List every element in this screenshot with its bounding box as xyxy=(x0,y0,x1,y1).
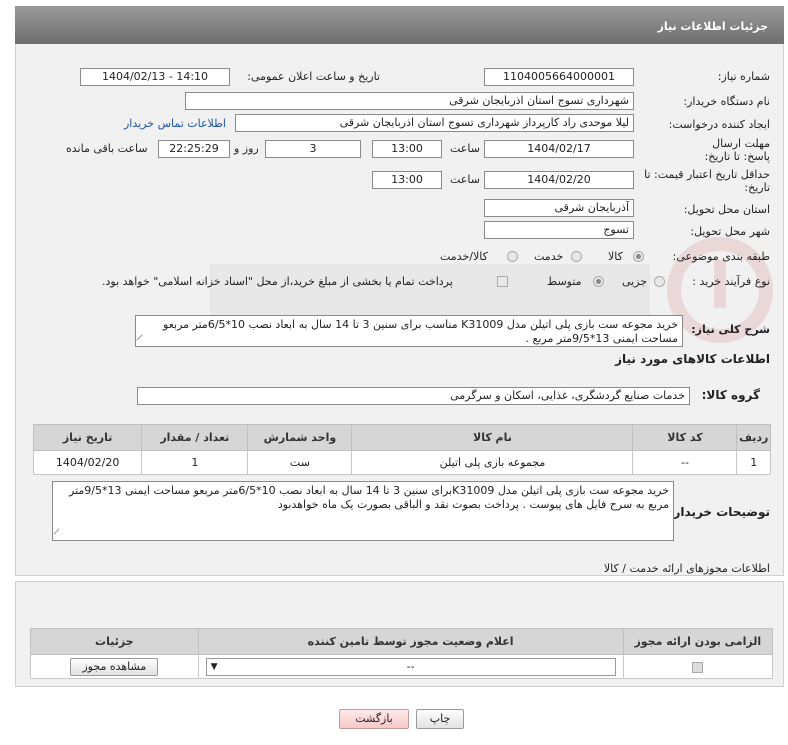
col-details: جزئیات xyxy=(30,628,199,655)
deadline-days-field: 3 xyxy=(265,140,361,158)
buyer-notes-label: توضیحات خریدار: xyxy=(668,505,770,519)
price-validity-time-field: 13:00 xyxy=(372,171,442,189)
category-option-both: کالا/خدمت xyxy=(440,250,488,263)
announce-label: تاریخ و ساعت اعلان عمومی: xyxy=(247,70,380,83)
treasury-checkbox[interactable] xyxy=(497,276,508,287)
resize-handle-icon[interactable] xyxy=(53,528,65,540)
row-date: 1404/02/20 xyxy=(32,450,143,475)
permits-section-title: اطلاعات مجوزهای ارائه خدمت / کالا xyxy=(603,562,770,575)
price-validity-date-field: 1404/02/20 xyxy=(484,171,634,189)
process-option-minor: جزیی xyxy=(622,275,648,288)
announce-field: 1404/02/13 - 14:10 xyxy=(80,68,230,86)
table-row[interactable]: 1 -- مجموعه بازی پلی اتیلن ست 1 1404/02/… xyxy=(32,450,771,475)
required-cell xyxy=(622,654,774,679)
category-radio-goods[interactable] xyxy=(633,251,644,262)
price-validity-label: حداقل تاریخ اعتبار قیمت: تا تاریخ: xyxy=(644,168,770,194)
row-code: -- xyxy=(632,450,738,475)
category-label: طبقه بندی موضوعی: xyxy=(672,250,770,263)
col-status: اعلام وضعیت مجوز توسط تامین کننده xyxy=(197,628,624,655)
col-code: کد کالا xyxy=(632,424,738,451)
province-label: استان محل تحویل: xyxy=(683,203,770,216)
days-label: روز و xyxy=(234,142,259,155)
chevron-down-icon: ▼ xyxy=(210,661,218,672)
summary-text-content: خرید مجوعه ست بازی پلی اتیلن مدل K31009 … xyxy=(163,318,678,345)
row-qty: 1 xyxy=(141,450,249,475)
buyer-notes-content: خرید مجوعه ست بازی پلی اتیلن مدل K31009ب… xyxy=(69,484,669,511)
page-title: جزئیات اطلاعات نیاز xyxy=(15,6,784,44)
goods-group-label: گروه کالا: xyxy=(701,388,760,402)
goods-group-field: خدمات صنایع گردشگری، غذایی، اسکان و سرگر… xyxy=(137,387,690,405)
col-unit: واحد شمارش xyxy=(247,424,353,451)
summary-text: خرید مجوعه ست بازی پلی اتیلن مدل K31009 … xyxy=(135,315,683,347)
province-field: آذربایجان شرقی xyxy=(484,199,634,217)
category-option-service: خدمت xyxy=(534,250,564,263)
deadline-label: مهلت ارسال پاسخ: تا تاریخ: xyxy=(704,137,770,163)
required-checkbox xyxy=(692,661,704,673)
col-name: نام کالا xyxy=(351,424,634,451)
deadline-time-field: 13:00 xyxy=(372,140,442,158)
creator-label: ایجاد کننده درخواست: xyxy=(668,118,770,131)
category-radio-both[interactable] xyxy=(507,251,518,262)
buyer-org-label: نام دستگاه خریدار: xyxy=(683,95,770,108)
category-option-goods: کالا xyxy=(608,250,623,263)
col-date: تاریخ نیاز xyxy=(32,424,143,451)
remaining-label: ساعت باقی مانده xyxy=(66,142,148,155)
permit-status-value: -- xyxy=(406,659,415,673)
buyer-org-field: شهرداری تسوج استان اذربایجان شرقی xyxy=(185,92,634,110)
process-label: نوع فرآیند خرید : xyxy=(692,275,770,288)
goods-table-header: ردیف کد کالا نام کالا واحد شمارش تعداد /… xyxy=(32,424,771,451)
remaining-time-field: 22:25:29 xyxy=(158,140,230,158)
goods-section-title: اطلاعات کالاهای مورد نیاز xyxy=(615,352,770,366)
category-radio-service[interactable] xyxy=(571,251,582,262)
need-number-field: 1104005664000001 xyxy=(484,68,634,86)
goods-table: ردیف کد کالا نام کالا واحد شمارش تعداد /… xyxy=(32,424,771,475)
process-option-medium: متوسط xyxy=(547,275,582,288)
buyer-notes-text: خرید مجوعه ست بازی پلی اتیلن مدل K31009ب… xyxy=(52,481,674,541)
row-name: مجموعه بازی پلی اتیلن xyxy=(351,450,634,475)
details-cell: مشاهده مجوز xyxy=(30,654,199,679)
deadline-date-field: 1404/02/17 xyxy=(484,140,634,158)
status-cell: -- ▼ xyxy=(197,654,624,679)
col-index: ردیف xyxy=(736,424,771,451)
row-index: 1 xyxy=(736,450,771,475)
row-unit: ست xyxy=(247,450,353,475)
city-field: تسوج xyxy=(484,221,634,239)
col-qty: تعداد / مقدار xyxy=(141,424,249,451)
treasury-note: پرداخت تمام یا بخشی از مبلغ خرید،از محل … xyxy=(102,275,453,288)
summary-label: شرح کلی نیاز: xyxy=(691,323,770,336)
buyer-contact-link[interactable]: اطلاعات تماس خریدار xyxy=(124,117,226,130)
col-required: الزامی بودن ارائه مجوز xyxy=(622,628,774,655)
creator-field: لیلا موحدی راد کارپرداز شهرداری تسوج است… xyxy=(235,114,634,132)
price-validity-time-label: ساعت xyxy=(450,173,480,186)
permits-table-header: الزامی بودن ارائه مجوز اعلام وضعیت مجوز … xyxy=(30,628,774,655)
permits-table: الزامی بودن ارائه مجوز اعلام وضعیت مجوز … xyxy=(30,628,774,679)
print-button[interactable]: چاپ xyxy=(416,709,464,729)
permit-status-select[interactable]: -- ▼ xyxy=(205,657,616,676)
view-permit-button[interactable]: مشاهده مجوز xyxy=(70,657,159,676)
back-button[interactable]: بازگشت xyxy=(339,709,409,729)
need-number-label: شماره نیاز: xyxy=(717,70,770,83)
process-radio-minor[interactable] xyxy=(654,276,665,287)
city-label: شهر محل تحویل: xyxy=(690,225,770,238)
process-radio-medium[interactable] xyxy=(593,276,604,287)
table-row: -- ▼ مشاهده مجوز xyxy=(30,654,774,679)
deadline-time-label: ساعت xyxy=(450,142,480,155)
resize-handle-icon[interactable] xyxy=(136,334,148,346)
